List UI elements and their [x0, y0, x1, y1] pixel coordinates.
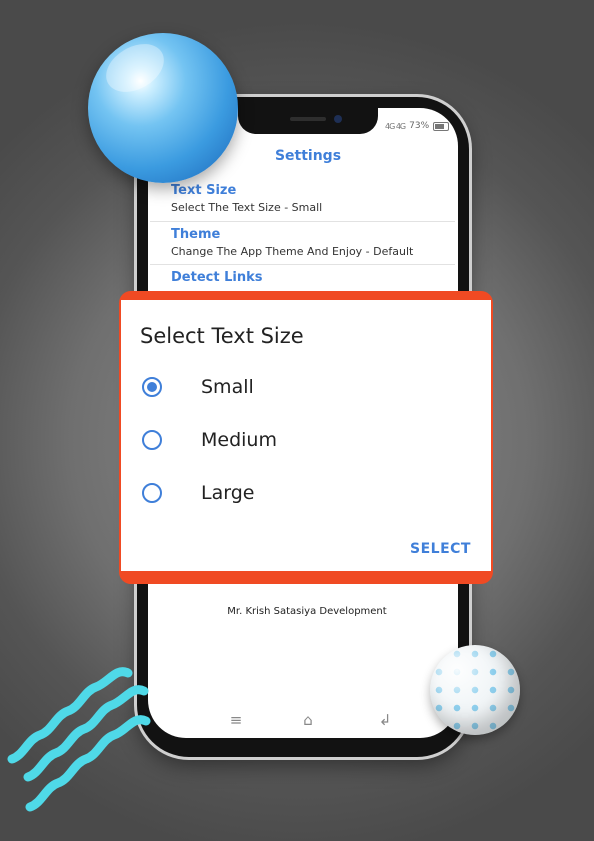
wave-squiggle-decoration	[7, 667, 151, 812]
setting-text-size[interactable]: Text Size Select The Text Size - Small	[171, 183, 455, 215]
option-label: Small	[201, 376, 254, 398]
option-large[interactable]: Large	[142, 478, 442, 508]
dialog-title: Select Text Size	[140, 324, 304, 348]
battery-percent: 73%	[409, 121, 430, 131]
divider	[150, 221, 455, 222]
radio-button[interactable]	[142, 430, 162, 450]
select-button[interactable]: SELECT	[410, 541, 471, 557]
navigation-bar: ≡ ⌂ ↲	[150, 706, 455, 734]
setting-title: Theme	[171, 227, 221, 242]
setting-subtitle: Select The Text Size - Small	[171, 201, 323, 214]
radio-button-checked[interactable]	[142, 377, 162, 397]
option-small[interactable]: Small	[142, 372, 442, 402]
dotted-ball-decoration	[430, 645, 520, 735]
speaker-grille	[290, 117, 326, 121]
setting-title: Text Size	[171, 183, 237, 198]
battery-icon	[433, 121, 450, 131]
option-label: Medium	[201, 429, 277, 451]
back-icon[interactable]: ↲	[375, 710, 395, 730]
glass-bubble-decoration	[88, 33, 238, 183]
phone-notch	[238, 108, 378, 134]
divider	[150, 264, 455, 265]
option-medium[interactable]: Medium	[142, 425, 442, 455]
status-bar: 4G 4G 73%	[385, 121, 450, 131]
developer-credit: Mr. Krish Satasiya Development	[227, 606, 387, 617]
signal-indicator: 4G 4G	[385, 121, 406, 131]
radio-button[interactable]	[142, 483, 162, 503]
home-icon[interactable]: ⌂	[298, 710, 318, 730]
setting-title: Detect Links	[171, 270, 263, 285]
setting-subtitle: Change The App Theme And Enjoy - Default	[171, 245, 414, 258]
front-camera	[334, 115, 342, 123]
setting-detect-links[interactable]: Detect Links	[171, 270, 455, 286]
page-title: Settings	[274, 148, 342, 164]
setting-theme[interactable]: Theme Change The App Theme And Enjoy - D…	[171, 227, 455, 259]
option-label: Large	[201, 482, 255, 504]
menu-icon[interactable]: ≡	[226, 710, 246, 730]
